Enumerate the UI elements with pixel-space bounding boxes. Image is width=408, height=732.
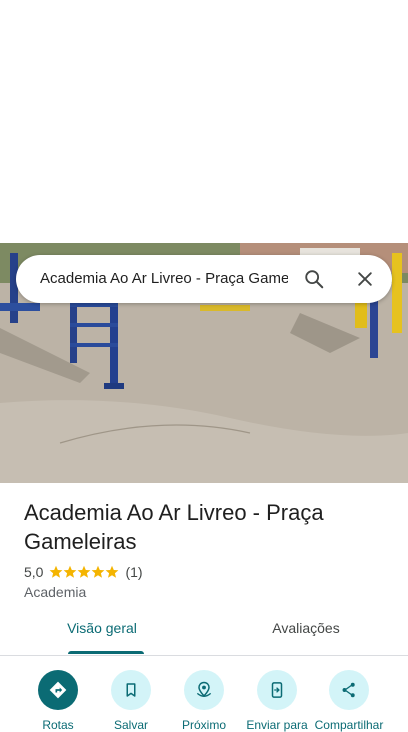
active-tab-indicator: [68, 651, 144, 654]
tab-label: Avaliações: [272, 620, 340, 636]
directions-button[interactable]: Rotas: [22, 670, 94, 732]
search-icon: [305, 270, 324, 289]
action-label: Compartilhar: [314, 718, 384, 732]
nearby-icon: [196, 681, 212, 697]
bookmark-icon: [126, 683, 136, 697]
share-icon: [342, 682, 355, 698]
action-label: Salvar: [113, 718, 148, 732]
tab-label: Visão geral: [67, 620, 137, 636]
save-button-circle: [111, 670, 151, 710]
save-button[interactable]: Salvar: [95, 670, 167, 732]
tabs-divider: [0, 655, 408, 656]
share-button-circle: [329, 670, 369, 710]
place-title: Academia Ao Ar Livreo - Praça Gameleiras: [24, 500, 324, 554]
search-input[interactable]: Academia Ao Ar Livreo - Praça Gameleiras: [40, 255, 288, 303]
nearby-button[interactable]: Próximo: [168, 670, 240, 732]
send-to-phone-button-circle: [257, 670, 297, 710]
star-rating: [49, 565, 119, 579]
directions-icon: [49, 681, 67, 699]
send-to-phone-icon: [271, 682, 283, 698]
send-to-phone-button[interactable]: Enviar para: [241, 670, 313, 732]
search-button[interactable]: [298, 263, 330, 295]
tab-reviews[interactable]: Avaliações: [204, 620, 408, 656]
rating-value: 5,0: [24, 564, 44, 580]
search-bar[interactable]: Academia Ao Ar Livreo - Praça Gameleiras: [16, 255, 392, 303]
place-category: Academia: [24, 584, 87, 600]
nearby-button-circle: [184, 670, 224, 710]
review-count[interactable]: (1): [125, 564, 142, 580]
stars-icon: [50, 565, 119, 578]
rating-row[interactable]: 5,0 (1): [24, 563, 143, 581]
share-button[interactable]: Compartilhar: [313, 670, 385, 732]
close-button[interactable]: [349, 263, 381, 295]
action-label: Enviar para: [246, 718, 308, 732]
action-label: Próximo: [181, 718, 226, 732]
action-label: Rotas: [42, 718, 74, 732]
close-icon: [358, 272, 372, 286]
directions-button-circle: [38, 670, 78, 710]
